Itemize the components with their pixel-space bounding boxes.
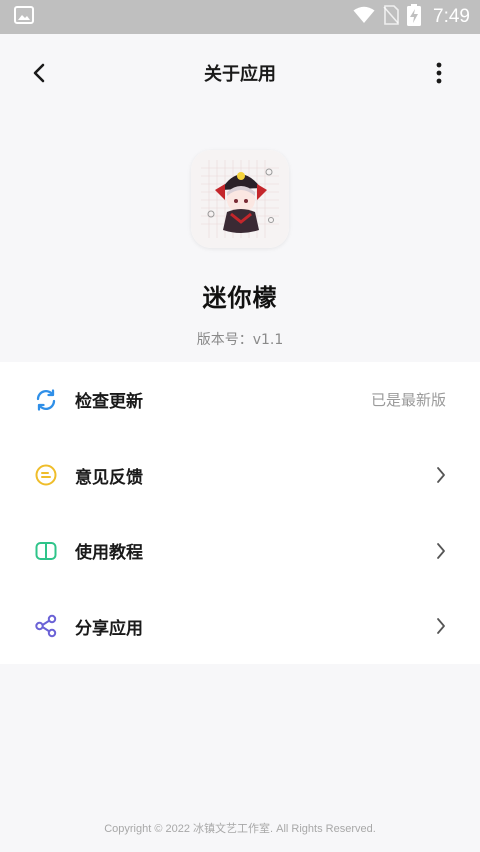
app-info-section: 迷你檬 版本号：v1.1 — [0, 112, 480, 362]
page-title: 关于应用 — [204, 64, 276, 85]
chevron-right-icon — [437, 467, 445, 484]
status-time: 7:49 — [433, 6, 470, 27]
app-logo-icon — [191, 150, 289, 248]
copyright-text: Copyright © 2022 冰镇文艺工作室. All Rights Res… — [104, 823, 376, 835]
check-update-label: 检查更新 — [75, 392, 143, 413]
battery-charging-icon — [407, 4, 422, 30]
back-button[interactable] — [24, 58, 54, 88]
app-name: 迷你檬 — [202, 284, 278, 312]
status-bar: 7:49 — [0, 0, 480, 34]
more-vertical-icon — [436, 62, 442, 84]
tutorial-label: 使用教程 — [75, 543, 143, 564]
feedback-item[interactable]: 意见反馈 — [0, 438, 480, 514]
refresh-icon — [34, 388, 58, 412]
app-version: 版本号：v1.1 — [196, 332, 284, 348]
feedback-label: 意见反馈 — [75, 467, 143, 488]
check-update-item[interactable]: 检查更新 已是最新版 — [0, 362, 480, 438]
share-item[interactable]: 分享应用 — [0, 589, 480, 665]
chevron-right-icon — [437, 618, 445, 635]
image-notification-icon — [14, 6, 34, 28]
update-status: 已是最新版 — [370, 391, 446, 410]
no-sim-icon — [383, 5, 399, 29]
settings-menu: 检查更新 已是最新版 意见反馈 使用教程 分享应用 — [0, 362, 480, 664]
chevron-right-icon — [437, 542, 445, 559]
feedback-icon — [34, 463, 58, 487]
share-icon — [34, 614, 58, 638]
more-options-button[interactable] — [424, 58, 454, 88]
book-icon — [34, 539, 58, 563]
chevron-left-icon — [33, 63, 45, 83]
wifi-icon — [353, 6, 375, 28]
tutorial-item[interactable]: 使用教程 — [0, 513, 480, 589]
app-header: 关于应用 — [0, 34, 480, 112]
app-logo — [191, 150, 289, 248]
share-label: 分享应用 — [75, 618, 143, 639]
